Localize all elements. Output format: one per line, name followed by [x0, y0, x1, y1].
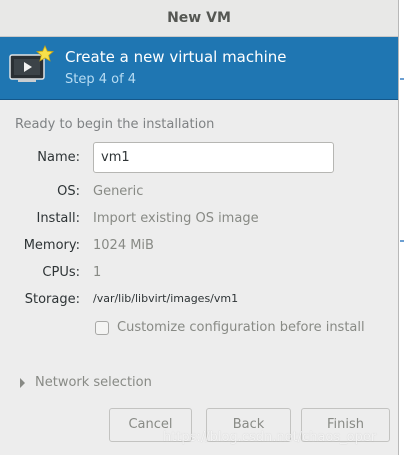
cpus-value: 1 — [93, 265, 102, 280]
wizard-heading: Create a new virtual machine — [65, 48, 287, 66]
background-window-edge — [400, 78, 404, 80]
customize-config-checkbox[interactable] — [95, 321, 109, 335]
storage-label: Storage: — [24, 292, 80, 307]
window-titlebar[interactable]: New VM — [0, 0, 398, 37]
watermark-text: https://blog.csdn.net/chaos_oper — [163, 430, 377, 445]
os-value: Generic — [93, 184, 144, 199]
wizard-step-indicator: Step 4 of 4 — [65, 72, 137, 87]
name-label: Name: — [37, 150, 80, 165]
new-vm-dialog: New VM Create a new virtual machine Step… — [0, 0, 399, 455]
install-label: Install: — [36, 211, 80, 226]
os-label: OS: — [57, 184, 80, 199]
memory-label: Memory: — [23, 238, 80, 253]
vm-monitor-star-icon — [8, 45, 56, 93]
wizard-header: Create a new virtual machine Step 4 of 4 — [0, 37, 398, 100]
vm-name-input[interactable] — [93, 142, 334, 173]
cpus-label: CPUs: — [42, 265, 80, 280]
install-value: Import existing OS image — [93, 211, 259, 226]
window-title: New VM — [167, 10, 231, 26]
background-window-edge — [400, 240, 404, 242]
memory-value: 1024 MiB — [93, 238, 154, 253]
network-selection-label[interactable]: Network selection — [35, 375, 152, 390]
customize-config-label[interactable]: Customize configuration before install — [117, 320, 365, 335]
storage-value: /var/lib/libvirt/images/vm1 — [93, 292, 239, 305]
expander-arrow-icon — [20, 378, 25, 388]
summary-section-title: Ready to begin the installation — [15, 117, 215, 132]
